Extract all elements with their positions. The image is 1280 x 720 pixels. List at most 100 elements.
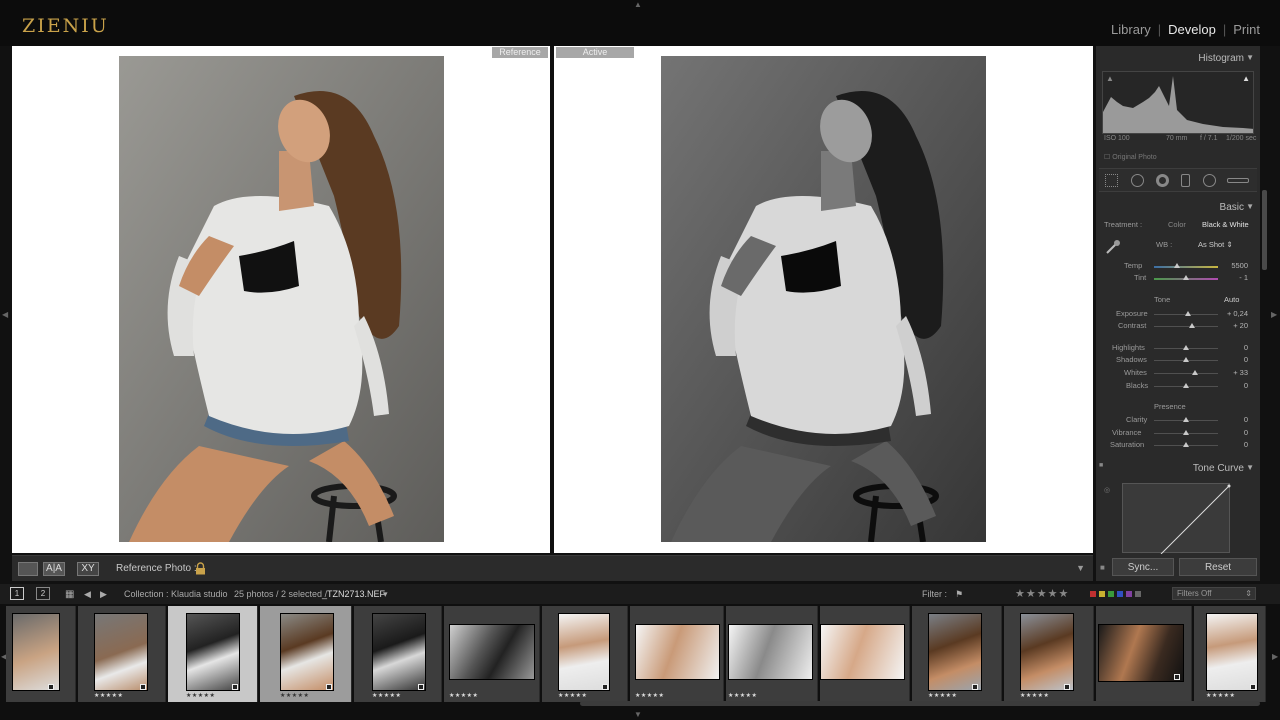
contrast-slider-track[interactable] [1154,326,1218,327]
grid-icon[interactable]: ▦ [65,589,74,600]
right-panel-toggle-icon[interactable]: ▶ [1271,310,1277,319]
highlight-clipping-triangle-icon[interactable]: ▲ [1242,74,1250,83]
treatment-color-option[interactable]: Color [1168,220,1186,229]
clarity-value[interactable]: 0 [1220,415,1248,424]
contrast-slider-thumb[interactable] [1189,323,1195,328]
purple-label-icon[interactable] [1126,591,1132,597]
active-pane[interactable]: Active [554,46,1093,553]
auto-tone-button[interactable]: Auto [1224,295,1239,304]
whites-slider-thumb[interactable] [1192,370,1198,375]
green-label-icon[interactable] [1108,591,1114,597]
current-filename[interactable]: _TZN2713.NEF [322,589,385,599]
filmstrip-right-icon[interactable]: ▶ [1272,652,1278,661]
filmstrip-thumb[interactable]: ★★★★★ [1004,606,1094,702]
target-adjust-icon[interactable]: ■ [1099,462,1103,469]
filmstrip-thumb-selected[interactable]: ★★★★★ [168,606,258,702]
back-arrow-icon[interactable]: ◀ [84,589,91,600]
saturation-value[interactable]: 0 [1220,440,1248,449]
right-panel-scrollbar[interactable] [1262,190,1267,270]
red-eye-icon[interactable] [1156,174,1169,187]
blue-label-icon[interactable] [1117,591,1123,597]
radial-filter-icon[interactable] [1203,174,1216,187]
filmstrip-thumb[interactable]: ★★★★★ [354,606,442,702]
top-panel-toggle-icon[interactable]: ▲ [634,0,642,9]
lock-icon[interactable] [195,562,206,575]
graduated-filter-icon[interactable] [1181,174,1190,187]
bottom-panel-toggle-icon[interactable]: ▼ [634,710,642,719]
collection-label[interactable]: Collection : Klaudia studio [124,589,228,599]
histogram-graph[interactable]: ▲ ▲ [1102,71,1254,134]
filmstrip-thumb[interactable]: ★★★★★ [78,606,166,702]
blacks-slider-thumb[interactable] [1183,383,1189,388]
shadow-clipping-triangle-icon[interactable]: ▲ [1106,74,1114,83]
exposure-slider-thumb[interactable] [1185,311,1191,316]
filmstrip-thumb[interactable] [1096,606,1192,702]
tint-value[interactable]: - 1 [1220,273,1248,282]
eyedropper-icon[interactable] [1104,238,1122,256]
main-window-button[interactable]: 1 [10,587,24,600]
vibrance-value[interactable]: 0 [1220,428,1248,437]
temp-slider-track[interactable] [1154,266,1218,268]
adjustment-brush-icon[interactable] [1227,178,1249,183]
crop-overlay-icon[interactable] [1105,174,1118,187]
exposure-value[interactable]: + 0,24 [1220,309,1248,318]
filmstrip-thumb[interactable]: ★★★★★ [444,606,540,702]
filmstrip-thumb[interactable]: ★★★★★ [630,606,724,702]
reference-pane[interactable]: Reference [12,46,550,553]
filmstrip-thumb[interactable]: ★★★★★ [912,606,1002,702]
filters-select[interactable]: Filters Off ⇕ [1172,587,1256,600]
before-after-button[interactable]: A|A [43,562,65,576]
filename-chevron-down-icon[interactable]: ▾ [383,589,388,600]
filmstrip-thumb-selected[interactable]: ★★★★★ [260,606,352,702]
color-label-filter[interactable] [1090,591,1141,597]
filmstrip-thumb[interactable] [6,606,76,702]
reset-button[interactable]: Reset [1179,558,1257,576]
rating-filter-stars[interactable]: ★★★★★ [1015,587,1069,600]
toolbar-options-chevron-down-icon[interactable]: ▼ [1076,563,1085,573]
module-develop[interactable]: Develop [1168,22,1216,37]
secondary-window-button[interactable]: 2 [36,587,50,600]
spot-removal-icon[interactable] [1131,174,1144,187]
red-label-icon[interactable] [1090,591,1096,597]
tone-curve-header[interactable]: ■ Tone Curve ▼ [1096,458,1260,478]
collapse-triangle-icon[interactable]: ▼ [1246,202,1254,211]
module-library[interactable]: Library [1111,22,1151,37]
shadows-slider-thumb[interactable] [1183,357,1189,362]
loupe-view-button[interactable] [18,562,38,576]
whites-slider-track[interactable] [1154,373,1218,374]
basic-header[interactable]: Basic ▼ [1096,197,1260,217]
whites-value[interactable]: + 33 [1220,368,1248,377]
curve-target-icon[interactable]: ◎ [1104,486,1110,494]
tint-slider-thumb[interactable] [1183,275,1189,280]
histogram-header[interactable]: Histogram ▼ [1096,48,1260,68]
wb-select[interactable]: As Shot ⇕ [1198,240,1233,249]
temp-slider-thumb[interactable] [1174,263,1180,268]
sync-toggle-icon[interactable]: ■ [1100,563,1105,572]
compare-xy-button[interactable]: XY [77,562,99,576]
module-print[interactable]: Print [1233,22,1260,37]
collapse-triangle-icon[interactable]: ▼ [1246,463,1254,472]
blacks-value[interactable]: 0 [1220,381,1248,390]
contrast-value[interactable]: + 20 [1220,321,1248,330]
filmstrip-scrollbar[interactable] [580,701,1260,706]
vibrance-slider-thumb[interactable] [1183,430,1189,435]
clarity-slider-thumb[interactable] [1183,417,1189,422]
filmstrip-thumb[interactable] [820,606,910,702]
saturation-slider-thumb[interactable] [1183,442,1189,447]
temp-value[interactable]: 5500 [1220,261,1248,270]
shadows-value[interactable]: 0 [1220,355,1248,364]
left-panel-toggle-icon[interactable]: ◀ [2,310,8,319]
tone-curve-graph[interactable] [1122,483,1231,555]
collapse-triangle-icon[interactable]: ▼ [1246,53,1254,62]
sync-button[interactable]: Sync... [1112,558,1174,576]
filmstrip-thumb[interactable]: ★★★★★ [726,606,818,702]
treatment-bw-option[interactable]: Black & White [1202,220,1249,229]
flag-filter-icon[interactable]: ⚑ [955,589,963,600]
highlights-value[interactable]: 0 [1220,343,1248,352]
gray-label-icon[interactable] [1135,591,1141,597]
original-photo-checkbox[interactable]: ☐ Original Photo [1104,153,1157,161]
yellow-label-icon[interactable] [1099,591,1105,597]
filmstrip-thumb[interactable]: ★★★★★ [1194,606,1266,702]
filmstrip-thumb[interactable]: ★★★★★ [542,606,628,702]
forward-arrow-icon[interactable]: ▶ [100,589,107,600]
